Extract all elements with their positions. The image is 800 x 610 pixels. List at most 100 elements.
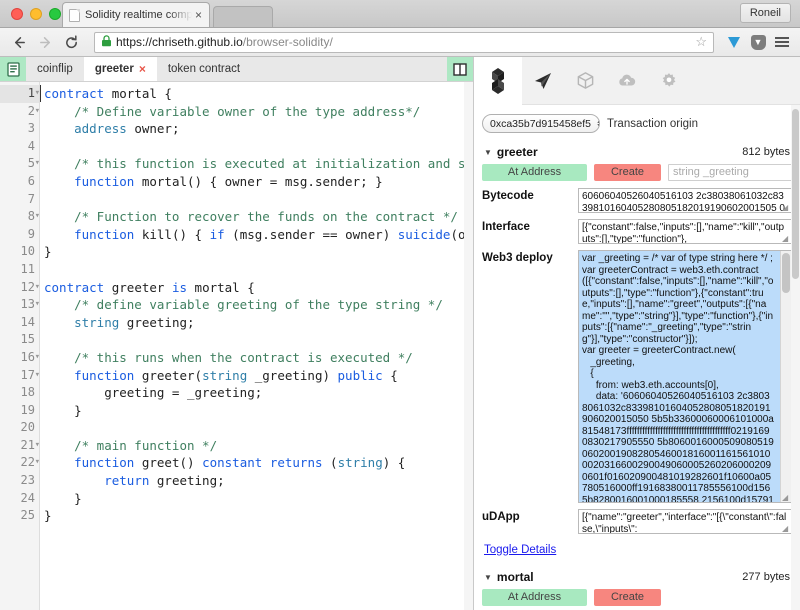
create-button[interactable]: Create <box>594 164 661 181</box>
menu-icon[interactable] <box>772 32 792 52</box>
gutter-line[interactable]: 9 <box>0 226 39 244</box>
gutter-line[interactable]: 1 ▾ <box>0 85 40 103</box>
create-button[interactable]: Create <box>594 589 661 606</box>
code-line[interactable] <box>44 138 473 156</box>
code-line[interactable]: greeting = _greeting; <box>44 384 473 402</box>
gutter-line[interactable]: 17 ▾ <box>0 367 40 385</box>
diamond-icon[interactable] <box>724 32 744 52</box>
code-line[interactable] <box>44 419 473 437</box>
code-line[interactable]: /* define variable greeting of the type … <box>44 296 473 314</box>
new-file-icon[interactable] <box>0 57 26 81</box>
editor-tab-coinflip[interactable]: coinflip <box>26 57 84 81</box>
reload-icon[interactable] <box>60 31 82 53</box>
toggle-details-link[interactable]: Toggle Details <box>484 544 556 556</box>
caret-down-icon[interactable]: ▼ <box>484 573 492 582</box>
gutter-line[interactable]: 24 <box>0 490 39 508</box>
cloud-upload-icon[interactable] <box>606 57 648 105</box>
gutter-line[interactable]: 3 <box>0 120 39 138</box>
gutter-line[interactable]: 14 <box>0 314 39 332</box>
bytecode-textarea[interactable]: 60606040526040516103 2c38038061032c83398… <box>578 188 792 213</box>
code-line[interactable]: /* Define variable owner of the type add… <box>44 103 473 121</box>
code-line[interactable]: contract greeter is mortal { <box>44 279 473 297</box>
gutter-line[interactable]: 10 <box>0 243 39 261</box>
profile-button[interactable]: Roneil <box>739 3 791 23</box>
cube-icon[interactable] <box>564 57 606 105</box>
gutter-line[interactable]: 18 <box>0 384 39 402</box>
gutter-line[interactable]: 4 <box>0 138 39 156</box>
resize-handle[interactable]: ◢ <box>782 525 790 533</box>
settings-gear-icon[interactable] <box>648 57 690 105</box>
code-line[interactable]: contract mortal { <box>44 85 473 103</box>
gutter-line[interactable]: 22 ▾ <box>0 454 40 472</box>
editor-tab-token-contract[interactable]: token contract <box>156 57 252 81</box>
udapp-textarea[interactable]: [{"name":"greeter","interface":"[{\"cons… <box>578 509 792 534</box>
editor-tab-greeter[interactable]: greeter × <box>83 57 157 81</box>
constructor-param-input[interactable]: string _greeting <box>668 164 792 181</box>
code-line[interactable]: address owner; <box>44 120 473 138</box>
at-address-button[interactable]: At Address <box>482 164 587 181</box>
gutter-line[interactable]: 12 ▾ <box>0 279 40 297</box>
shield-icon[interactable]: ▼ <box>748 32 768 52</box>
code-line[interactable]: /* this function is executed at initiali… <box>44 155 473 173</box>
code-line[interactable]: /* Function to recover the funds on the … <box>44 208 473 226</box>
gutter-line[interactable]: 7 <box>0 191 39 209</box>
scrollbar-thumb[interactable] <box>782 253 790 293</box>
editor-code[interactable]: contract mortal { /* Define variable own… <box>40 82 473 610</box>
code-line[interactable]: function greet() constant returns (strin… <box>44 454 473 472</box>
code-line[interactable]: function kill() { if (msg.sender == owne… <box>44 226 473 244</box>
gutter-line[interactable]: 5 ▾ <box>0 155 40 173</box>
close-icon[interactable]: × <box>192 8 205 22</box>
code-line[interactable]: /* this runs when the contract is execut… <box>44 349 473 367</box>
close-window-button[interactable] <box>11 8 23 20</box>
gutter-line[interactable]: 21 ▾ <box>0 437 40 455</box>
new-tab-button[interactable] <box>213 6 273 27</box>
code-line[interactable]: /* main function */ <box>44 437 473 455</box>
window-controls[interactable] <box>11 8 61 20</box>
maximize-window-button[interactable] <box>49 8 61 20</box>
code-line[interactable] <box>44 261 473 279</box>
gutter-line[interactable]: 15 <box>0 331 39 349</box>
code-line[interactable]: } <box>44 490 473 508</box>
deploy-paper-plane-icon[interactable] <box>522 57 564 105</box>
textarea-scrollbar[interactable] <box>780 251 791 502</box>
gutter-line[interactable]: 13 ▾ <box>0 296 40 314</box>
gutter-line[interactable]: 16 ▾ <box>0 349 40 367</box>
resize-handle[interactable]: ◢ <box>782 494 790 502</box>
code-line[interactable] <box>44 331 473 349</box>
code-line[interactable]: return greeting; <box>44 472 473 490</box>
split-pane-icon[interactable] <box>447 57 473 81</box>
panel-vertical-scrollbar[interactable] <box>791 105 800 610</box>
solidity-logo-icon[interactable] <box>474 57 522 105</box>
gutter-line[interactable]: 25 <box>0 507 39 525</box>
contract-header[interactable]: ▼ mortal 277 bytes <box>482 564 792 589</box>
back-icon[interactable] <box>8 31 30 53</box>
gutter-line[interactable]: 19 <box>0 402 39 420</box>
transaction-origin-select[interactable]: 0xca35b7d915458ef5 ▲▼ <box>482 114 600 133</box>
gutter-line[interactable]: 23 <box>0 472 39 490</box>
code-line[interactable]: } <box>44 507 473 525</box>
interface-textarea[interactable]: [{"constant":false,"inputs":[],"name":"k… <box>578 219 792 244</box>
resize-handle[interactable]: ◢ <box>782 204 790 212</box>
gutter-line[interactable]: 11 <box>0 261 39 279</box>
scrollbar-thumb[interactable] <box>792 109 799 279</box>
web3-deploy-textarea[interactable]: var _greeting = /* var of type string he… <box>578 250 792 503</box>
gutter-line[interactable]: 20 <box>0 419 39 437</box>
browser-tab[interactable]: Solidity realtime compiler a × <box>62 2 210 27</box>
at-address-button[interactable]: At Address <box>482 589 587 606</box>
gutter-line[interactable]: 6 <box>0 173 39 191</box>
code-line[interactable]: function mortal() { owner = msg.sender; … <box>44 173 473 191</box>
gutter-line[interactable]: 8 ▾ <box>0 208 40 226</box>
code-line[interactable]: } <box>44 243 473 261</box>
code-line[interactable] <box>44 191 473 209</box>
code-line[interactable]: } <box>44 402 473 420</box>
url-input[interactable]: https://chriseth.github.io/browser-solid… <box>94 31 714 53</box>
resize-handle[interactable]: ◢ <box>782 235 790 243</box>
contract-header[interactable]: ▼ greeter 812 bytes <box>482 139 792 164</box>
bookmark-star-icon[interactable]: ☆ <box>695 34 707 50</box>
code-line[interactable]: string greeting; <box>44 314 473 332</box>
close-icon[interactable]: × <box>139 62 146 76</box>
code-area[interactable]: 1 ▾ 2 ▾ 3 4 5 ▾ 6 7 8 ▾ 9 10 11 12 ▾ 13 ▾ 14 15 16 ▾ 17 ▾ 18 19 20 2… <box>0 82 473 610</box>
editor-vertical-scrollbar[interactable] <box>464 82 473 610</box>
gutter-line[interactable]: 2 ▾ <box>0 103 40 121</box>
minimize-window-button[interactable] <box>30 8 42 20</box>
